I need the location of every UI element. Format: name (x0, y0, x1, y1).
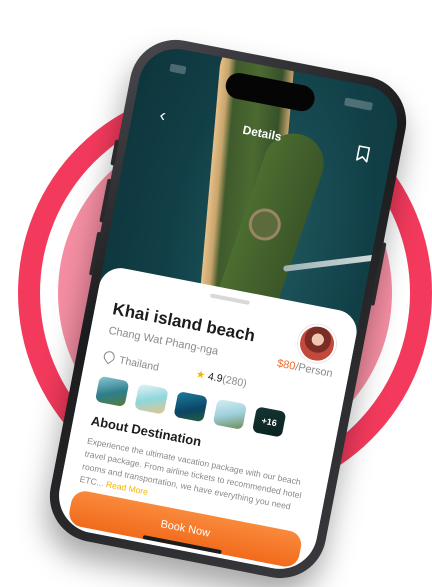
rating: ★ 4.9(280) (195, 368, 248, 390)
country: Thailand (101, 349, 160, 374)
price-unit: /Person (294, 361, 334, 381)
phone-screen: ‹ Details Khai island beach Chang Wat Ph… (52, 42, 404, 576)
star-icon: ★ (194, 368, 207, 382)
location-pin-icon (101, 349, 117, 365)
details-sheet: Khai island beach Chang Wat Phang-nga $8… (52, 264, 361, 576)
gallery-more-count: +16 (252, 406, 287, 438)
gallery-thumb[interactable] (94, 375, 130, 408)
bookmark-button[interactable] (354, 144, 373, 165)
country-label: Thailand (118, 354, 160, 374)
rating-count: (280) (221, 373, 248, 390)
promo-scene: ‹ Details Khai island beach Chang Wat Ph… (0, 0, 432, 587)
gallery-more-thumb[interactable]: +16 (252, 406, 287, 438)
bookmark-icon (356, 145, 371, 163)
gallery-thumb[interactable] (173, 391, 208, 423)
gallery-thumb[interactable] (212, 398, 248, 430)
sheet-handle[interactable] (209, 293, 250, 305)
phone-mockup: ‹ Details Khai island beach Chang Wat Ph… (41, 31, 415, 587)
gallery-thumb[interactable] (134, 383, 169, 415)
avatar[interactable] (294, 321, 340, 366)
